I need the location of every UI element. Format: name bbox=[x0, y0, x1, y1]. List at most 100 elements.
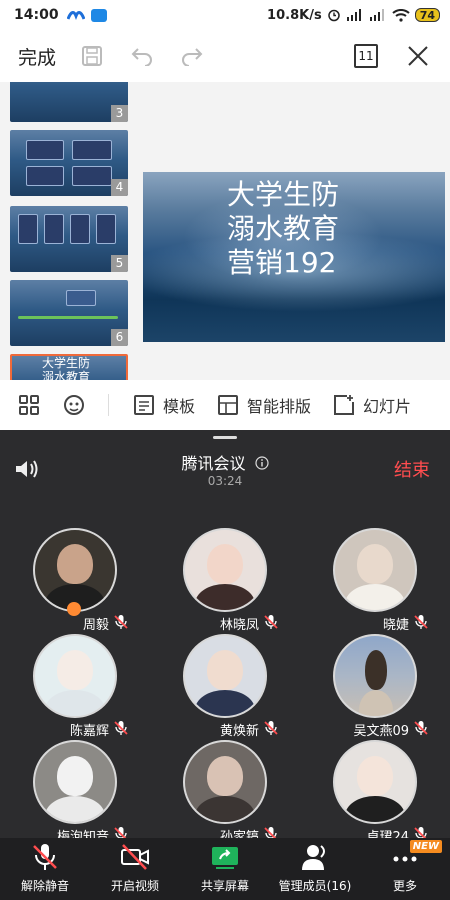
meeting-header: 腾讯会议 03:24 结束 bbox=[0, 446, 450, 496]
participant-tile[interactable]: 陈嘉辉 bbox=[15, 634, 135, 750]
video-off-icon bbox=[121, 844, 149, 870]
mic-muted-icon bbox=[264, 827, 277, 838]
participant-name: 林晓凤 bbox=[219, 618, 259, 633]
slide-count-button[interactable]: 11 bbox=[354, 44, 378, 68]
app-notification-icon bbox=[66, 11, 85, 21]
undo-icon[interactable] bbox=[128, 42, 156, 70]
signal-icon bbox=[346, 9, 361, 21]
participant-grid: 周毅 林晓凤 晓婕 陈嘉辉 黄焕新 吴文燕09 梅泡知音 孙家镐 卓珺24 bbox=[0, 528, 450, 838]
participant-tile[interactable]: 晓婕 bbox=[315, 528, 435, 644]
slide-thumbnail[interactable]: 6 bbox=[10, 280, 128, 346]
network-speed: 10.8K/s bbox=[267, 7, 322, 23]
share-label: 共享屏幕 bbox=[200, 879, 249, 893]
redo-icon[interactable] bbox=[178, 42, 206, 70]
participant-tile[interactable]: 孙家镐 bbox=[165, 740, 285, 838]
template-label: 模板 bbox=[163, 397, 196, 416]
participant-tile[interactable]: 黄焕新 bbox=[165, 634, 285, 750]
manage-members-button[interactable]: 管理成员(16) bbox=[270, 838, 360, 900]
assistant-button[interactable] bbox=[62, 393, 86, 417]
status-time: 14:00 bbox=[14, 7, 59, 23]
avatar bbox=[33, 528, 117, 612]
thumbnail-list[interactable]: 3 4 5 6 大学生防 溺水教育 bbox=[0, 82, 138, 380]
slide-number: 6 bbox=[111, 329, 128, 346]
slide-number: 3 bbox=[111, 105, 128, 122]
participant-tile[interactable]: 梅泡知音 bbox=[15, 740, 135, 838]
participant-name: 黄焕新 bbox=[219, 724, 259, 739]
mic-muted-icon bbox=[114, 615, 128, 629]
share-screen-icon bbox=[212, 847, 238, 869]
editor-toolbar: 完成 11 bbox=[0, 30, 450, 82]
meeting-duration: 03:24 bbox=[207, 474, 243, 488]
main-slide[interactable]: 大学生防 溺水教育 营销192 bbox=[143, 172, 445, 342]
add-slide-icon bbox=[334, 395, 355, 415]
meeting-controls-bar: 解除静音 开启视频 共享屏幕 管理成员(16) 更多 NEW bbox=[0, 838, 450, 900]
mic-muted-icon bbox=[114, 721, 128, 735]
layout-icon bbox=[218, 395, 239, 415]
slide-number: 4 bbox=[111, 179, 128, 196]
slide-thumbnail-selected[interactable]: 大学生防 溺水教育 bbox=[10, 354, 128, 380]
unmute-button[interactable]: 解除静音 bbox=[0, 838, 90, 900]
share-screen-button[interactable]: 共享屏幕 bbox=[180, 838, 270, 900]
grid-view-button[interactable] bbox=[18, 394, 40, 416]
participant-tile[interactable]: 林晓凤 bbox=[165, 528, 285, 644]
avatar bbox=[183, 528, 267, 612]
slide-thumbnail[interactable]: 4 bbox=[10, 130, 128, 196]
smart-layout-label: 智能排版 bbox=[247, 397, 312, 416]
slide-label: 幻灯片 bbox=[363, 397, 412, 416]
add-slide-button[interactable]: 幻灯片 bbox=[333, 393, 411, 417]
slide-number: 5 bbox=[111, 255, 128, 272]
mic-muted-icon bbox=[414, 721, 428, 735]
slide-thumbnail-title: 大学生防 溺水教育 bbox=[42, 356, 91, 380]
participant-name: 孙家镐 bbox=[219, 830, 259, 838]
participant-name: 晓婕 bbox=[382, 618, 409, 633]
smart-layout-button[interactable]: 智能排版 bbox=[217, 393, 311, 417]
save-icon[interactable] bbox=[78, 42, 106, 70]
participant-name: 陈嘉辉 bbox=[69, 724, 109, 739]
avatar bbox=[33, 634, 117, 718]
avatar bbox=[333, 528, 417, 612]
more-button[interactable]: 更多 NEW bbox=[360, 838, 450, 900]
signal-2-icon bbox=[369, 9, 384, 21]
end-meeting-button[interactable]: 结束 bbox=[394, 456, 430, 482]
status-bar: 14:00 10.8K/s 74 bbox=[0, 0, 450, 30]
mic-muted-icon bbox=[414, 827, 427, 838]
robot-face-icon bbox=[64, 395, 84, 415]
new-badge: NEW bbox=[409, 840, 442, 853]
start-video-button[interactable]: 开启视频 bbox=[90, 838, 180, 900]
slide-title: 大学生防 溺水教育 营销192 bbox=[227, 178, 340, 279]
participant-name: 吴文燕09 bbox=[353, 724, 409, 739]
divider bbox=[108, 394, 109, 416]
mic-muted-icon bbox=[264, 721, 278, 735]
battery-indicator: 74 bbox=[414, 8, 440, 22]
unmute-label: 解除静音 bbox=[20, 879, 69, 893]
slide-thumbnail[interactable]: 3 bbox=[10, 82, 128, 122]
participant-name: 梅泡知音 bbox=[56, 830, 109, 838]
info-icon bbox=[254, 456, 269, 470]
alarm-icon bbox=[327, 9, 340, 22]
close-icon[interactable] bbox=[404, 42, 432, 70]
more-label: 更多 bbox=[392, 879, 417, 893]
meeting-title: 腾讯会议 bbox=[181, 454, 246, 473]
done-button[interactable]: 完成 bbox=[18, 43, 56, 70]
meeting-title-row[interactable]: 腾讯会议 bbox=[0, 450, 450, 474]
members-icon bbox=[302, 845, 325, 870]
template-button[interactable]: 模板 bbox=[133, 393, 195, 417]
mic-muted-icon bbox=[114, 827, 127, 838]
slide-thumbnail[interactable]: 5 bbox=[10, 206, 128, 272]
participant-tile[interactable]: 周毅 bbox=[15, 528, 135, 644]
participant-tile[interactable]: 卓珺24 bbox=[315, 740, 435, 838]
participant-tile[interactable]: 吴文燕09 bbox=[315, 634, 435, 750]
mic-muted-icon bbox=[264, 615, 278, 629]
avatar bbox=[333, 740, 417, 824]
avatar bbox=[33, 740, 117, 824]
participant-name: 周毅 bbox=[82, 618, 109, 633]
avatar bbox=[183, 740, 267, 824]
drag-handle[interactable] bbox=[213, 436, 237, 439]
meeting-panel: 腾讯会议 03:24 结束 周毅 林晓凤 晓婕 陈嘉辉 黄焕新 吴文燕09 梅泡… bbox=[0, 430, 450, 900]
mic-off-icon bbox=[33, 844, 57, 870]
slides-area: 3 4 5 6 大学生防 溺水教育 大学生防 溺水教育 营销192 bbox=[0, 82, 450, 380]
wifi-icon bbox=[392, 8, 410, 22]
edit-tools-bar: 模板 智能排版 幻灯片 bbox=[0, 380, 450, 430]
meeting-app-icon bbox=[90, 8, 107, 22]
participant-name: 卓珺24 bbox=[366, 830, 409, 838]
